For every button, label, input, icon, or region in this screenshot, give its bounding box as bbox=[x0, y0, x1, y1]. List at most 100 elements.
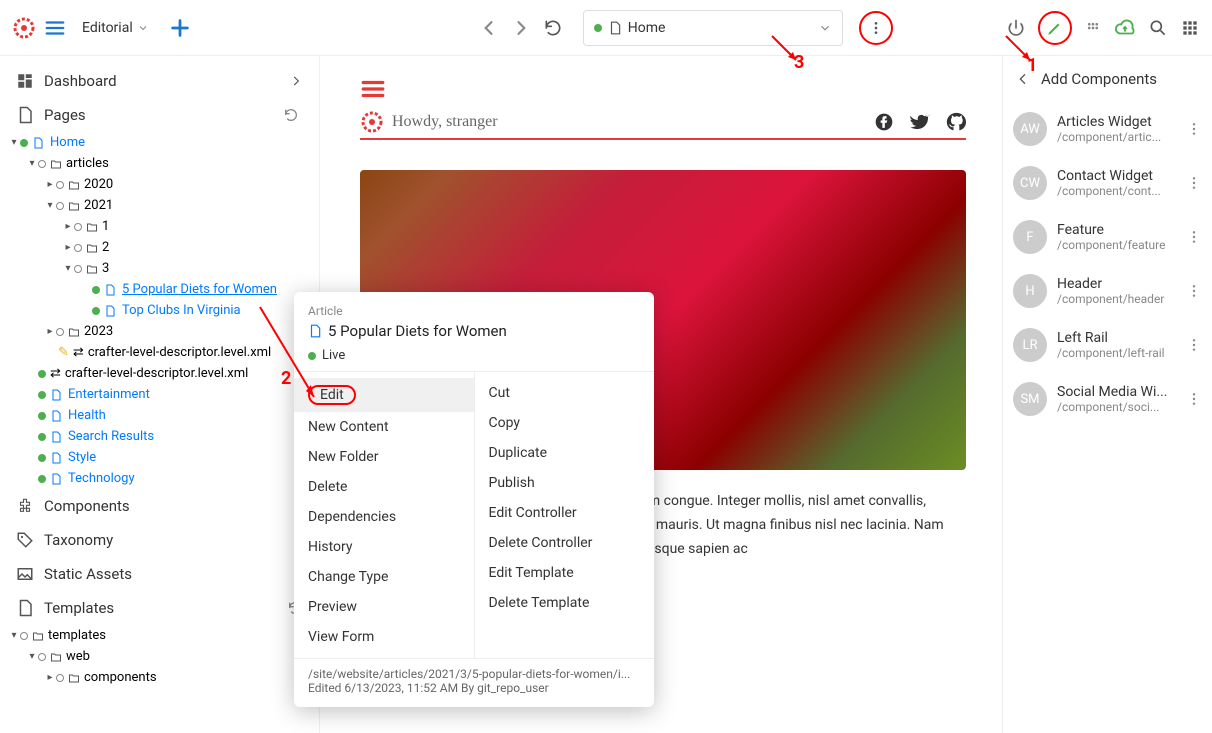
ctx-item-edit[interactable]: Edit bbox=[294, 378, 474, 412]
facebook-icon[interactable] bbox=[874, 112, 894, 132]
tree-2023[interactable]: ▸2023 bbox=[0, 321, 319, 342]
component-feature[interactable]: F Feature/component/feature bbox=[1003, 210, 1212, 264]
project-name: Editorial bbox=[82, 20, 133, 36]
tree-style[interactable]: Style bbox=[0, 447, 319, 468]
status-dot-icon bbox=[594, 24, 602, 32]
tree-month-2[interactable]: ▸2 bbox=[0, 237, 319, 258]
tree-2020[interactable]: ▸2020 bbox=[0, 174, 319, 195]
avatar: SM bbox=[1013, 382, 1047, 416]
tree-search[interactable]: Search Results bbox=[0, 426, 319, 447]
avatar: CW bbox=[1013, 166, 1047, 200]
ctx-type: Article bbox=[308, 304, 640, 318]
ctx-item-dependencies[interactable]: Dependencies bbox=[294, 502, 474, 532]
ctx-item-delete[interactable]: Delete bbox=[294, 472, 474, 502]
tree-home[interactable]: ▾Home bbox=[0, 132, 319, 153]
ctx-status: Live bbox=[322, 348, 345, 363]
tag-icon bbox=[16, 531, 34, 549]
ctx-item-edit-template[interactable]: Edit Template bbox=[475, 558, 655, 588]
more-vert-icon[interactable] bbox=[1186, 391, 1202, 407]
grid-handle-icon[interactable] bbox=[1084, 19, 1102, 37]
ctx-item-new-content[interactable]: New Content bbox=[294, 412, 474, 442]
image-icon bbox=[16, 565, 34, 583]
tree-cld-1[interactable]: ✎⇄crafter-level-descriptor.level.xml bbox=[0, 342, 319, 363]
tree-articles[interactable]: ▾articles bbox=[0, 153, 319, 174]
sidebar: Dashboard Pages ▾Home ▾articles ▸2020 ▾2… bbox=[0, 56, 320, 733]
add-button[interactable] bbox=[169, 17, 191, 39]
tree-web[interactable]: ▾web bbox=[0, 646, 319, 667]
templates-tree: ▾templates ▾web ▸components bbox=[0, 625, 319, 688]
github-icon[interactable] bbox=[946, 112, 966, 132]
address-bar[interactable]: Home bbox=[583, 10, 843, 46]
ctx-item-publish[interactable]: Publish bbox=[475, 468, 655, 498]
ctx-item-delete-template[interactable]: Delete Template bbox=[475, 588, 655, 618]
tree-templates-root[interactable]: ▾templates bbox=[0, 625, 319, 646]
more-vert-icon[interactable] bbox=[1186, 229, 1202, 245]
edit-mode-button[interactable] bbox=[1038, 11, 1072, 45]
tree-2021[interactable]: ▾2021 bbox=[0, 195, 319, 216]
ctx-item-change-type[interactable]: Change Type bbox=[294, 562, 474, 592]
tree-entertainment[interactable]: Entertainment bbox=[0, 384, 319, 405]
tree-cld-2[interactable]: ⇄crafter-level-descriptor.level.xml bbox=[0, 363, 319, 384]
ctx-item-view-form[interactable]: View Form bbox=[294, 622, 474, 652]
sidebar-components[interactable]: Components bbox=[0, 489, 319, 523]
nav-arrows bbox=[479, 18, 563, 38]
component-left-rail[interactable]: LR Left Rail/component/left-rail bbox=[1003, 318, 1212, 372]
pencil-icon bbox=[1046, 19, 1064, 37]
ctx-item-preview[interactable]: Preview bbox=[294, 592, 474, 622]
file-icon bbox=[16, 599, 34, 617]
sidebar-static-assets[interactable]: Static Assets bbox=[0, 557, 319, 591]
tree-components-folder[interactable]: ▸components bbox=[0, 667, 319, 688]
more-vert-icon bbox=[868, 20, 884, 36]
tree-month-1[interactable]: ▸1 bbox=[0, 216, 319, 237]
chevron-right-icon bbox=[289, 74, 303, 88]
right-panel: Add Components AW Articles Widget/compon… bbox=[1002, 56, 1212, 733]
avatar: LR bbox=[1013, 328, 1047, 362]
component-header[interactable]: H Header/component/header bbox=[1003, 264, 1212, 318]
avatar: H bbox=[1013, 274, 1047, 308]
chevron-down-icon bbox=[818, 21, 832, 35]
back-button[interactable] bbox=[1015, 71, 1031, 87]
dashboard-icon bbox=[16, 72, 34, 90]
refresh-icon[interactable] bbox=[283, 107, 299, 123]
sidebar-taxonomy[interactable]: Taxonomy bbox=[0, 523, 319, 557]
component-social-media-wi[interactable]: SM Social Media Wi.../component/soci... bbox=[1003, 372, 1212, 426]
ctx-item-duplicate[interactable]: Duplicate bbox=[475, 438, 655, 468]
ctx-title: 5 Popular Diets for Women bbox=[328, 322, 507, 340]
ctx-edited: Edited 6/13/2023, 11:52 AM By git_repo_u… bbox=[308, 681, 640, 695]
power-button[interactable] bbox=[1006, 18, 1026, 38]
publish-button[interactable] bbox=[1114, 17, 1136, 39]
forward-button[interactable] bbox=[511, 18, 531, 38]
chevron-down-icon bbox=[137, 22, 149, 34]
apps-button[interactable] bbox=[1180, 18, 1200, 38]
ctx-item-edit-controller[interactable]: Edit Controller bbox=[475, 498, 655, 528]
more-vert-icon[interactable] bbox=[1186, 283, 1202, 299]
top-toolbar: Editorial Home bbox=[0, 0, 1212, 56]
ctx-item-cut[interactable]: Cut bbox=[475, 378, 655, 408]
tree-health[interactable]: Health bbox=[0, 405, 319, 426]
component-contact-widget[interactable]: CW Contact Widget/component/cont... bbox=[1003, 156, 1212, 210]
avatar: F bbox=[1013, 220, 1047, 254]
search-button[interactable] bbox=[1148, 18, 1168, 38]
ctx-item-new-folder[interactable]: New Folder bbox=[294, 442, 474, 472]
more-vert-icon[interactable] bbox=[1186, 337, 1202, 353]
component-articles-widget[interactable]: AW Articles Widget/component/artic... bbox=[1003, 102, 1212, 156]
sidebar-pages[interactable]: Pages bbox=[0, 98, 319, 132]
preview-menu-icon[interactable] bbox=[360, 76, 966, 102]
more-vert-icon[interactable] bbox=[1186, 121, 1202, 137]
tree-month-3[interactable]: ▾3 bbox=[0, 258, 319, 279]
twitter-icon[interactable] bbox=[910, 112, 930, 132]
sidebar-templates[interactable]: Templates bbox=[0, 591, 319, 625]
ctx-item-delete-controller[interactable]: Delete Controller bbox=[475, 528, 655, 558]
tree-article-clubs[interactable]: Top Clubs In Virginia bbox=[0, 300, 319, 321]
reload-button[interactable] bbox=[543, 18, 563, 38]
ctx-item-history[interactable]: History bbox=[294, 532, 474, 562]
tree-article-diets[interactable]: 5 Popular Diets for Women bbox=[0, 279, 319, 300]
back-button[interactable] bbox=[479, 18, 499, 38]
ctx-item-copy[interactable]: Copy bbox=[475, 408, 655, 438]
main-menu-icon[interactable] bbox=[44, 17, 66, 39]
tree-technology[interactable]: Technology bbox=[0, 468, 319, 489]
sidebar-dashboard[interactable]: Dashboard bbox=[0, 64, 319, 98]
page-options-button[interactable] bbox=[859, 11, 893, 45]
more-vert-icon[interactable] bbox=[1186, 175, 1202, 191]
project-dropdown[interactable]: Editorial bbox=[74, 16, 157, 40]
